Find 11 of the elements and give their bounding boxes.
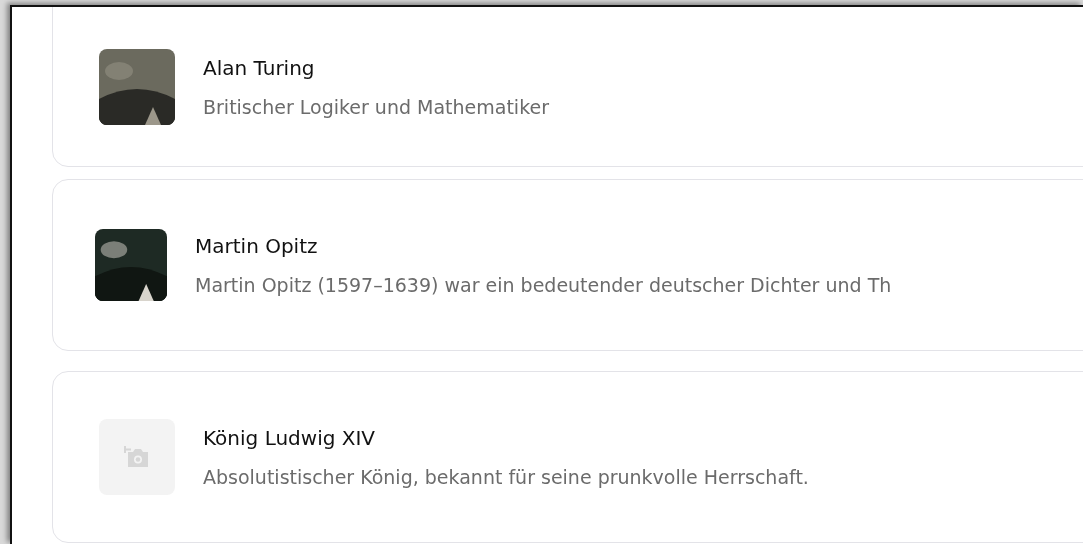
person-name: Martin Opitz bbox=[195, 232, 319, 260]
image-placeholder[interactable] bbox=[99, 419, 175, 495]
person-card[interactable]: König Ludwig XIV Absolutistischer König, bekannt für seine prunkvolle Herrschaft. bbox=[52, 371, 1083, 543]
person-description: Absolutistischer König, bekannt für seine prunkvolle Herrschaft. bbox=[203, 464, 809, 490]
add-photo-icon bbox=[124, 446, 150, 468]
person-description: Martin Opitz (1597–1639) war ein bedeutender deutscher Dichter und Th bbox=[195, 272, 892, 298]
person-card[interactable]: Martin Opitz Martin Opitz (1597–1639) war ein bedeutender deutscher Dichter und Th bbox=[52, 179, 1083, 351]
person-name: Alan Turing bbox=[203, 54, 316, 82]
person-name: König Ludwig XIV bbox=[203, 424, 377, 452]
person-card[interactable]: Alan Turing Britischer Logiker und Mathematiker bbox=[52, 7, 1083, 167]
person-description: Britischer Logiker und Mathematiker bbox=[203, 94, 549, 120]
